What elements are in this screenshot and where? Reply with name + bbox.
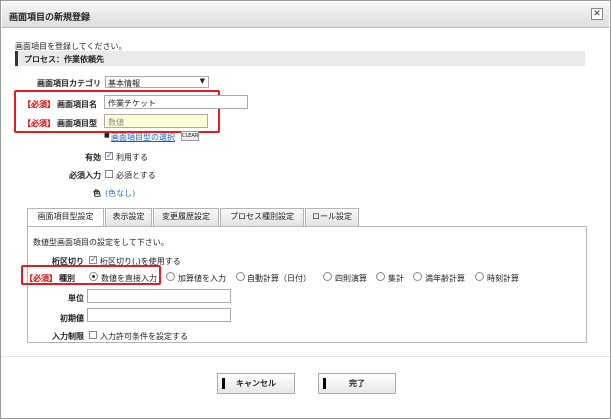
tab-label: プロセス種別設定 bbox=[230, 212, 294, 221]
kind-required-mark: 【必須】 bbox=[25, 274, 57, 283]
kind-label: 種別 bbox=[59, 274, 75, 283]
button-marker bbox=[323, 378, 326, 389]
cancel-label: キャンセル bbox=[236, 379, 276, 388]
category-select[interactable]: 基本情報 ▼ bbox=[105, 76, 209, 88]
enabled-option: 利用する bbox=[116, 153, 148, 162]
kind-option-label: 満年齢計算 bbox=[425, 274, 465, 283]
done-button[interactable]: 完了 bbox=[318, 373, 396, 394]
kind-option-label: 集計 bbox=[388, 274, 404, 283]
category-label: 画面項目カテゴリ bbox=[37, 79, 101, 88]
unit-label: 単位 bbox=[68, 294, 84, 303]
type-value: 数値 bbox=[108, 118, 124, 127]
dialog-title: 画面項目の新規登録 bbox=[9, 13, 91, 23]
dialog-titlebar: 画面項目の新規登録 ✕ bbox=[2, 2, 609, 28]
limit-checkbox[interactable] bbox=[89, 331, 97, 339]
enabled-checkbox[interactable] bbox=[105, 151, 113, 160]
kind-radio-direct[interactable] bbox=[89, 272, 98, 281]
tab-label: 画面項目型設定 bbox=[37, 212, 94, 221]
kind-radio-aggregate[interactable] bbox=[376, 272, 385, 281]
tab-display-settings[interactable]: 表示設定 bbox=[105, 208, 152, 226]
kind-radio-age[interactable] bbox=[413, 272, 422, 281]
name-label: 画面項目名 bbox=[57, 100, 97, 109]
enabled-label: 有効 bbox=[85, 153, 101, 162]
type-required-mark: 【必須】 bbox=[23, 119, 55, 128]
unit-input[interactable] bbox=[87, 289, 231, 303]
type-input[interactable]: 数値 bbox=[104, 114, 208, 128]
chevron-down-icon: ▼ bbox=[199, 77, 205, 85]
button-marker bbox=[222, 378, 225, 389]
tab-label: ロール設定 bbox=[312, 212, 352, 221]
close-icon[interactable]: ✕ bbox=[591, 8, 603, 20]
footer-divider bbox=[1, 356, 610, 357]
kind-option-label: 時刻計算 bbox=[487, 274, 519, 283]
name-input[interactable]: 作業チケット bbox=[104, 95, 248, 109]
tab-label: 変更履歴設定 bbox=[162, 212, 210, 221]
required-label: 必須入力 bbox=[69, 171, 101, 180]
tab-type-settings[interactable]: 画面項目型設定 bbox=[27, 208, 104, 227]
done-label: 完了 bbox=[349, 379, 365, 388]
color-label: 色 bbox=[93, 189, 101, 198]
process-label: プロセス：作業依頼先 bbox=[24, 55, 104, 64]
kind-radio-add[interactable] bbox=[166, 272, 175, 281]
tab-label: 表示設定 bbox=[112, 212, 145, 221]
dialog: 画面項目の新規登録 ✕ 画面項目を登録してください。 プロセス：作業依頼先 画面… bbox=[0, 0, 611, 419]
limit-option: 入力許可条件を設定する bbox=[100, 332, 188, 341]
type-select-link[interactable]: 画面項目型の選択 bbox=[111, 132, 175, 143]
cancel-button[interactable]: キャンセル bbox=[217, 373, 295, 394]
kind-option-label: 数値を直接入力 bbox=[101, 274, 157, 283]
type-link-bullet: ■ bbox=[104, 132, 110, 139]
kind-radio-date-calc[interactable] bbox=[236, 272, 245, 281]
panel-intro: 数値型画面項目の設定をして下さい。 bbox=[33, 238, 169, 247]
kind-option-label: 自動計算（日付） bbox=[247, 274, 311, 283]
tab-role-settings[interactable]: ロール設定 bbox=[305, 208, 359, 226]
tab-process-type-settings[interactable]: プロセス種別設定 bbox=[220, 208, 304, 226]
required-checkbox[interactable] bbox=[105, 170, 113, 178]
separator-checkbox[interactable] bbox=[89, 255, 97, 264]
tab-history-settings[interactable]: 変更履歴設定 bbox=[153, 208, 219, 226]
name-required-mark: 【必須】 bbox=[23, 100, 55, 109]
initial-label: 初期値 bbox=[60, 314, 84, 323]
name-value: 作業チケット bbox=[108, 99, 156, 108]
kind-option-label: 四則演算 bbox=[335, 274, 367, 283]
category-value: 基本情報 bbox=[108, 79, 140, 88]
process-bar: プロセス：作業依頼先 bbox=[15, 51, 585, 66]
required-option: 必須とする bbox=[116, 171, 156, 180]
limit-label: 入力制限 bbox=[52, 332, 84, 341]
kind-radio-arithmetic[interactable] bbox=[323, 272, 332, 281]
kind-radio-time[interactable] bbox=[475, 272, 484, 281]
clear-button[interactable]: CLEAR bbox=[181, 131, 199, 141]
initial-value-input[interactable] bbox=[87, 308, 231, 322]
kind-option-label: 加算値を入力 bbox=[178, 274, 226, 283]
type-label: 画面項目型 bbox=[57, 119, 97, 128]
color-value[interactable]: (色なし) bbox=[105, 188, 135, 199]
